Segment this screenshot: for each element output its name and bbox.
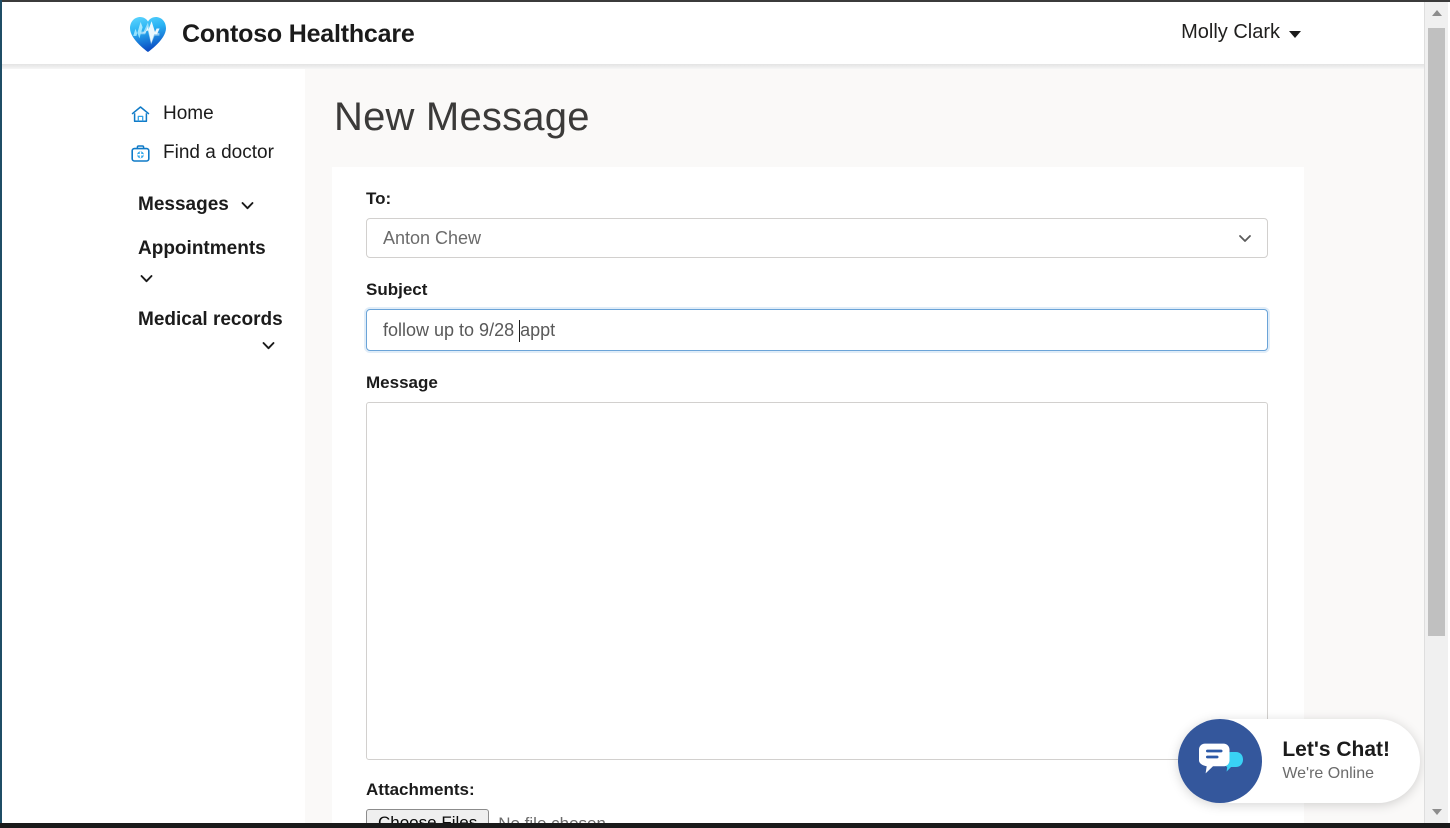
scroll-down-arrow-icon[interactable] xyxy=(1425,801,1448,823)
user-name-label: Molly Clark xyxy=(1181,21,1280,44)
subject-input[interactable]: follow up to 9/28 appt xyxy=(366,309,1268,351)
choose-files-button[interactable]: Choose Files xyxy=(366,809,489,823)
home-icon xyxy=(130,104,151,125)
sidebar: Home Find a doctor M xyxy=(2,69,305,823)
recipient-select[interactable]: Anton Chew xyxy=(366,218,1268,258)
sidebar-group-messages[interactable]: Messages xyxy=(2,194,305,216)
chevron-down-icon xyxy=(1237,230,1253,246)
subject-input-text-before-caret: follow up to 9/28 xyxy=(383,320,519,341)
main-content: New Message To: Anton Chew Subject follo… xyxy=(305,69,1426,823)
sidebar-group-appointments[interactable]: Appointments xyxy=(2,238,305,287)
user-menu-button[interactable]: Molly Clark xyxy=(1181,21,1301,44)
chat-subtitle: We're Online xyxy=(1282,764,1390,785)
chat-bubbles-icon xyxy=(1178,719,1262,803)
doctor-bag-icon xyxy=(130,143,151,164)
chevron-down-icon xyxy=(239,197,256,214)
chevron-down-icon xyxy=(260,337,277,354)
sidebar-item-home[interactable]: Home xyxy=(2,99,305,129)
header-divider xyxy=(2,64,1426,69)
live-chat-widget[interactable]: Let's Chat! We're Online xyxy=(1178,719,1420,803)
subject-input-text-after-caret: appt xyxy=(520,320,555,341)
window-top-edge xyxy=(0,0,1450,2)
page-scrollbar[interactable] xyxy=(1424,2,1448,823)
sidebar-group-medical-records[interactable]: Medical records xyxy=(2,309,305,359)
heart-pulse-logo-icon xyxy=(128,15,168,53)
chevron-down-icon xyxy=(138,270,155,287)
page-body: Home Find a doctor M xyxy=(2,69,1426,823)
sidebar-group-label: Messages xyxy=(138,194,229,216)
chat-title: Let's Chat! xyxy=(1282,737,1390,763)
message-textarea[interactable] xyxy=(366,402,1268,760)
attachments-label: Attachments: xyxy=(366,780,1270,800)
window-bottom-edge xyxy=(0,823,1450,828)
brand[interactable]: Contoso Healthcare xyxy=(128,15,415,53)
window-left-edge xyxy=(0,0,2,828)
sidebar-group-label: Appointments xyxy=(138,238,266,260)
sidebar-item-label: Find a doctor xyxy=(163,142,274,164)
sidebar-group-label: Medical records xyxy=(138,309,283,330)
brand-name: Contoso Healthcare xyxy=(182,20,415,49)
sidebar-item-find-a-doctor[interactable]: Find a doctor xyxy=(2,138,305,168)
subject-field-label: Subject xyxy=(366,280,1270,300)
scrollbar-thumb[interactable] xyxy=(1428,28,1445,636)
text-caret xyxy=(519,320,520,342)
to-field-label: To: xyxy=(366,189,1270,209)
page-title: New Message xyxy=(334,95,1426,140)
file-picker-row: Choose Files No file chosen xyxy=(366,809,1270,823)
new-message-form: To: Anton Chew Subject follow up to 9/28… xyxy=(332,167,1304,823)
sidebar-primary-links: Home Find a doctor xyxy=(2,69,305,168)
browser-viewport: Contoso Healthcare Molly Clark xyxy=(0,0,1450,828)
message-field-label: Message xyxy=(366,373,1270,393)
sidebar-item-label: Home xyxy=(163,103,214,125)
scroll-up-arrow-icon[interactable] xyxy=(1425,2,1448,24)
site-header: Contoso Healthcare Molly Clark xyxy=(2,2,1426,64)
caret-down-icon xyxy=(1289,31,1301,38)
file-chosen-status: No file chosen xyxy=(498,814,606,823)
recipient-select-value: Anton Chew xyxy=(383,228,481,249)
chat-text-block: Let's Chat! We're Online xyxy=(1282,737,1390,785)
